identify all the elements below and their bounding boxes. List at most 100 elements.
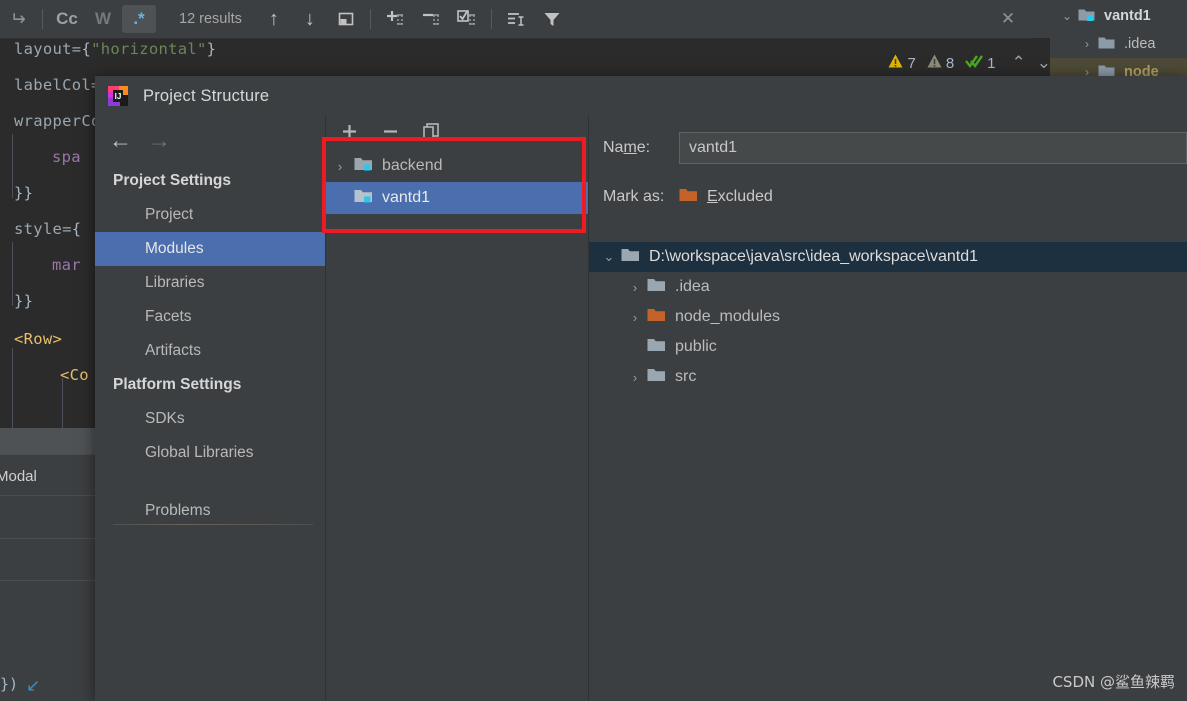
- sidebar-divider: [113, 524, 313, 525]
- filter-options-icon[interactable]: [499, 5, 533, 33]
- mark-as-row: Mark as: Excluded: [589, 180, 1187, 214]
- filter-icon[interactable]: [535, 5, 569, 33]
- folder-icon: [647, 337, 666, 358]
- content-roots-tree[interactable]: ⌄ D:\workspace\java\src\idea_workspace\v…: [589, 242, 1187, 701]
- bottom-tab-strip: [0, 428, 95, 454]
- code-line: }}: [14, 184, 34, 202]
- chevron-down-icon[interactable]: ⌄: [1056, 9, 1078, 23]
- code-line: style={: [14, 220, 82, 238]
- mark-as-excluded-button[interactable]: Excluded: [679, 187, 773, 208]
- remove-module-button[interactable]: [381, 122, 400, 144]
- modules-list[interactable]: › backend vantd1: [326, 150, 588, 701]
- modal-tab-label[interactable]: Modal: [0, 468, 37, 485]
- sidebar-item-problems[interactable]: Problems: [95, 494, 325, 528]
- navigation-buttons: ← →: [95, 116, 325, 164]
- module-label: backend: [382, 157, 443, 174]
- open-in-find-window-icon[interactable]: [329, 5, 363, 33]
- code-line: spa: [52, 148, 81, 166]
- module-label: vantd1: [382, 189, 431, 206]
- modules-column: › backend vantd1: [326, 116, 589, 701]
- code-line: layout={"horizontal"}: [14, 40, 217, 58]
- excluded-folder-icon: [679, 187, 698, 208]
- module-name-input[interactable]: [679, 132, 1187, 164]
- jump-to-source-icon[interactable]: ↙: [26, 676, 40, 696]
- indent-guide: [12, 134, 13, 198]
- mark-as-label: Mark as:: [603, 188, 665, 205]
- tree-row-idea[interactable]: › .idea: [589, 272, 1187, 302]
- tree-row-src[interactable]: › src: [589, 362, 1187, 392]
- copy-module-button[interactable]: [422, 122, 441, 144]
- regex-newline-icon[interactable]: ↵: [1, 5, 35, 33]
- sidebar-item-project[interactable]: Project: [95, 198, 325, 232]
- chevron-right-icon[interactable]: ›: [623, 310, 647, 325]
- checks-count: 1: [987, 54, 996, 72]
- toolbar-separator: [42, 9, 43, 29]
- sidebar-group-project-settings: Project Settings: [113, 172, 231, 189]
- project-structure-dialog: IJ Project Structure ← → Project Setting…: [95, 76, 1187, 701]
- sidebar-group-platform-settings: Platform Settings: [113, 376, 242, 393]
- inspection-widget[interactable]: 7 8 1 ⌃ ⌄: [887, 48, 1051, 78]
- module-row-vantd1[interactable]: vantd1: [326, 182, 588, 214]
- divider: [0, 580, 95, 581]
- indent-guide: [12, 242, 13, 306]
- tree-row-node-modules[interactable]: › node_modules: [589, 302, 1187, 332]
- close-icon[interactable]: ✕: [991, 5, 1025, 33]
- forward-arrow-icon[interactable]: →: [148, 128, 171, 152]
- scroll-down-icon[interactable]: ⌄: [1037, 53, 1051, 73]
- module-row-backend[interactable]: › backend: [326, 150, 588, 182]
- remove-selection-icon[interactable]: [414, 5, 448, 33]
- chevron-right-icon[interactable]: ›: [1076, 37, 1098, 51]
- sidebar-item-artifacts[interactable]: Artifacts: [95, 334, 325, 368]
- toolbar-separator: [490, 9, 492, 29]
- dialog-titlebar: IJ Project Structure: [95, 76, 1187, 116]
- chevron-right-icon[interactable]: ›: [326, 159, 354, 174]
- settings-sidebar: ← → Project Settings Project Modules Lib…: [95, 116, 326, 701]
- bottom-code-fragment: }): [0, 675, 19, 693]
- tree-row[interactable]: ⌄ vantd1: [1050, 2, 1187, 30]
- warning-icon: [887, 53, 904, 74]
- regex-icon[interactable]: .*: [122, 5, 156, 33]
- tree-row-public[interactable]: public: [589, 332, 1187, 362]
- code-line: mar: [52, 256, 81, 274]
- dialog-body: ← → Project Settings Project Modules Lib…: [95, 116, 1187, 701]
- project-tool-window[interactable]: ⌄ vantd1 › .idea › node: [1050, 0, 1187, 82]
- tree-row-label: .idea: [1124, 36, 1156, 52]
- add-selection-icon[interactable]: [378, 5, 412, 33]
- chevron-right-icon[interactable]: ›: [623, 370, 647, 385]
- select-all-occurrences-icon[interactable]: [450, 5, 484, 33]
- dialog-title: Project Structure: [143, 86, 270, 105]
- chevron-down-icon[interactable]: ⌄: [597, 249, 621, 265]
- chevron-right-icon[interactable]: ›: [623, 280, 647, 295]
- sidebar-item-modules[interactable]: Modules: [95, 232, 325, 266]
- svg-text:IJ: IJ: [115, 92, 122, 101]
- next-occurrence-icon[interactable]: ↓: [293, 5, 327, 33]
- find-toolbar: ↵ Cc W .* 12 results ↑ ↓ ✕: [0, 0, 1033, 39]
- words-icon[interactable]: W: [86, 5, 120, 33]
- folder-icon: [1098, 35, 1115, 54]
- add-module-button[interactable]: [340, 122, 359, 144]
- code-line: }}: [14, 292, 34, 310]
- sidebar-item-facets[interactable]: Facets: [95, 300, 325, 334]
- module-details-panel: Name: Mark as: Excluded ⌄ D: [589, 116, 1187, 701]
- back-arrow-icon[interactable]: ←: [109, 128, 132, 152]
- name-row: Name:: [589, 116, 1187, 168]
- divider: [0, 454, 95, 455]
- previous-occurrence-icon[interactable]: ↑: [257, 5, 291, 33]
- divider: [0, 495, 95, 496]
- match-case-icon[interactable]: Cc: [50, 5, 84, 33]
- excluded-folder-icon: [647, 307, 666, 328]
- module-folder-icon: [1078, 7, 1095, 26]
- weak-warning-icon: [926, 53, 943, 74]
- tree-row[interactable]: › .idea: [1050, 30, 1187, 58]
- code-line: <Co: [60, 366, 89, 384]
- checkmark-icon: [964, 53, 984, 74]
- scroll-up-icon[interactable]: ⌃: [1012, 53, 1026, 73]
- sidebar-item-global-libraries[interactable]: Global Libraries: [95, 436, 325, 470]
- intellij-logo-icon: IJ: [107, 85, 129, 107]
- sidebar-item-sdks[interactable]: SDKs: [95, 402, 325, 436]
- code-line: <Row>: [14, 330, 63, 348]
- tree-row-content-root[interactable]: ⌄ D:\workspace\java\src\idea_workspace\v…: [589, 242, 1187, 272]
- watermark: CSDN @鲨鱼辣羁: [1052, 673, 1175, 691]
- name-label: Name:: [603, 139, 651, 156]
- sidebar-item-libraries[interactable]: Libraries: [95, 266, 325, 300]
